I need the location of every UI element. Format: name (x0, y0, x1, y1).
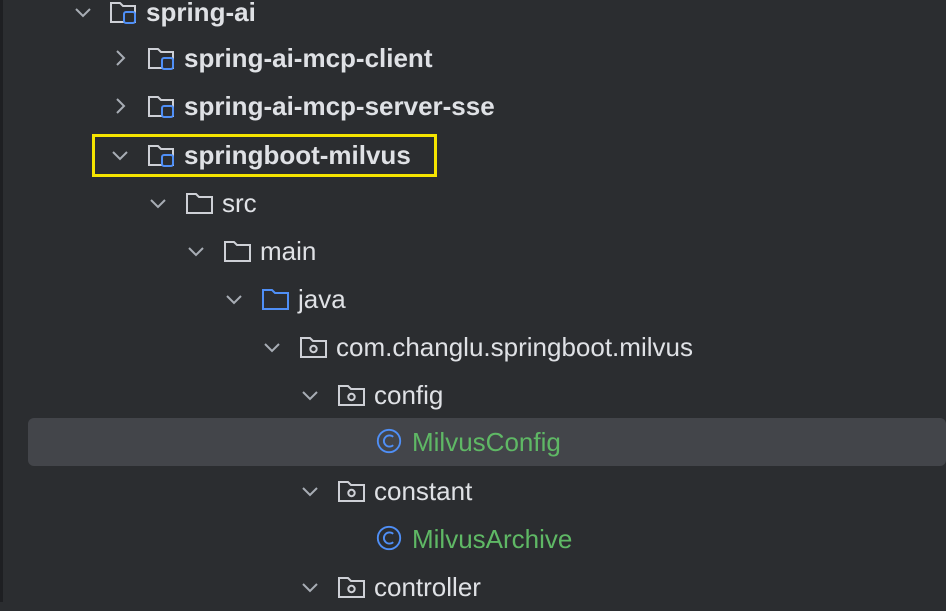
tree-item-main[interactable]: main (0, 227, 946, 275)
tree-item-label: spring-ai (146, 0, 256, 27)
chevron-right-icon[interactable] (110, 96, 130, 116)
tree-item-spring-ai-mcp-client[interactable]: spring-ai-mcp-client (0, 34, 946, 82)
module-folder-icon (148, 48, 174, 70)
tree-item-java[interactable]: java (0, 275, 946, 323)
class-icon (376, 525, 402, 551)
chevron-down-icon[interactable] (300, 481, 320, 501)
tree-item-label: main (260, 236, 317, 266)
tree-item-constant[interactable]: constant (0, 467, 946, 515)
tree-item-spring-ai[interactable]: spring-ai (0, 0, 946, 36)
chevron-down-icon[interactable] (224, 289, 244, 309)
source-folder-icon (262, 289, 289, 310)
package-icon (338, 385, 365, 406)
tree-item-label: MilvusConfig (412, 427, 561, 457)
chevron-down-icon[interactable] (300, 385, 320, 405)
chevron-down-icon[interactable] (186, 241, 206, 261)
chevron-right-icon[interactable] (110, 48, 130, 68)
module-folder-icon (148, 96, 174, 118)
class-icon (376, 428, 402, 454)
tree-item-label: spring-ai-mcp-client (184, 43, 433, 73)
package-icon (300, 337, 327, 358)
tree-item-label: constant (374, 476, 473, 506)
tree-item-label: java (298, 284, 346, 314)
annotation-highlight-box (92, 134, 437, 177)
chevron-down-icon[interactable] (262, 337, 282, 357)
tree-item-label: spring-ai-mcp-server-sse (184, 91, 495, 121)
chevron-down-icon[interactable] (148, 193, 168, 213)
folder-icon (186, 193, 213, 214)
chevron-down-icon[interactable] (73, 2, 93, 22)
package-icon (338, 577, 365, 598)
tree-item-milvusarchive[interactable]: MilvusArchive (0, 515, 946, 563)
module-folder-icon (110, 2, 136, 24)
tree-item-label: src (222, 188, 257, 218)
tree-item-spring-ai-mcp-server-sse[interactable]: spring-ai-mcp-server-sse (0, 82, 946, 130)
tree-item-label: com.changlu.springboot.milvus (336, 332, 693, 362)
tree-item-milvusconfig[interactable]: MilvusConfig (0, 418, 946, 466)
package-icon (338, 481, 365, 502)
project-tree[interactable]: spring-ai spring-ai-mcp-client spring-ai… (0, 0, 946, 602)
tree-item-label: MilvusArchive (412, 524, 573, 554)
folder-icon (224, 241, 251, 262)
chevron-down-icon[interactable] (300, 577, 320, 597)
tree-item-package-root[interactable]: com.changlu.springboot.milvus (0, 323, 946, 371)
tree-item-label: config (374, 380, 444, 410)
tree-item-src[interactable]: src (0, 179, 946, 227)
tree-item-controller[interactable]: controller (0, 563, 946, 611)
tree-item-label: controller (374, 572, 481, 602)
tree-item-config[interactable]: config (0, 371, 946, 419)
